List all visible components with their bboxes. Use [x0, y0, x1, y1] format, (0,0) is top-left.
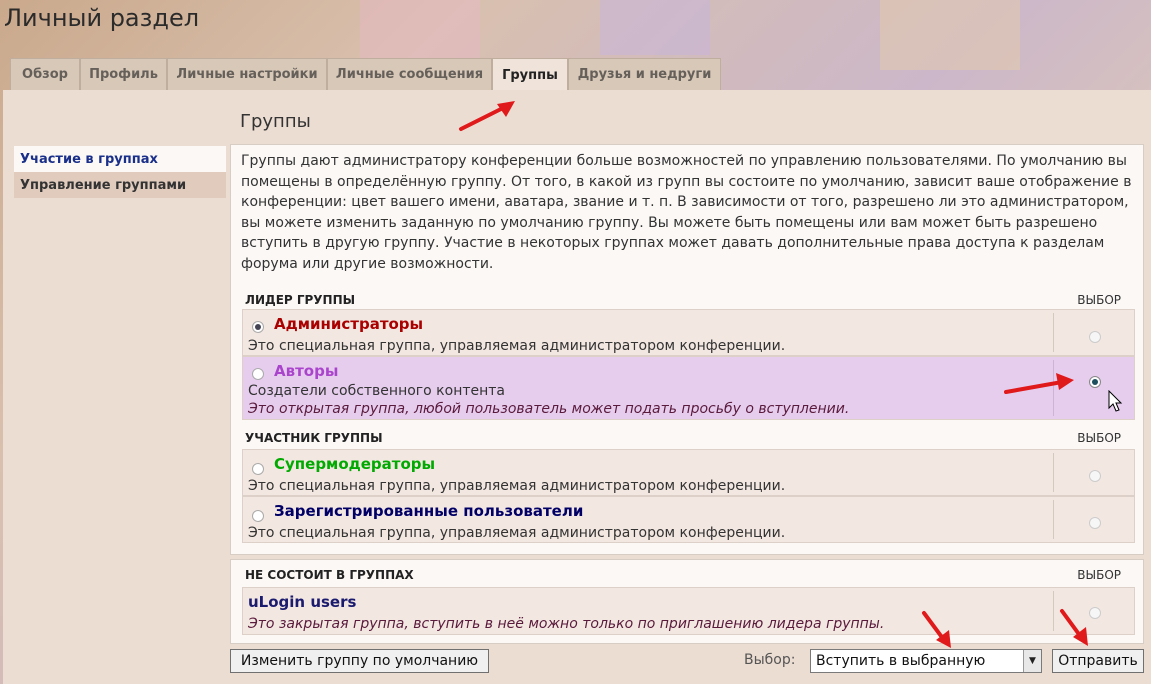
- section-header-label: УЧАСТНИК ГРУППЫ: [245, 431, 383, 445]
- choice-radio[interactable]: [1089, 517, 1101, 529]
- group-name-link[interactable]: Авторы: [274, 362, 338, 380]
- background-decoration: [880, 0, 1020, 70]
- intro-text: Группы дают администратору конференции б…: [241, 153, 1132, 272]
- groups-box: Группы дают администратору конференции б…: [230, 144, 1144, 555]
- choice-radio[interactable]: [1089, 376, 1101, 388]
- tab-groups[interactable]: Группы: [492, 58, 568, 92]
- default-group-radio[interactable]: [252, 321, 264, 333]
- choice-column-label: ВЫБОР: [1077, 568, 1121, 582]
- group-name-link[interactable]: Администраторы: [274, 315, 423, 333]
- group-description: Это специальная группа, управляемая адми…: [248, 338, 786, 354]
- page-title: Личный раздел: [4, 4, 200, 32]
- choice-select[interactable]: Вступить в выбранную ▼: [810, 649, 1042, 673]
- submit-button[interactable]: Отправить: [1052, 649, 1144, 673]
- choice-select-value: Вступить в выбранную: [816, 653, 986, 669]
- group-row-administrators: Администраторы Это специальная группа, у…: [242, 309, 1135, 356]
- member-section-header: УЧАСТНИК ГРУППЫ ВЫБОР: [245, 431, 1133, 447]
- group-note: Это закрытая группа, вступить в неё можн…: [248, 616, 885, 632]
- column-divider: [1053, 500, 1054, 539]
- choice-column-label: ВЫБОР: [1077, 293, 1121, 307]
- group-description: Создатели собственного контента: [248, 383, 505, 399]
- choice-radio[interactable]: [1089, 331, 1101, 343]
- choice-column-label: ВЫБОР: [1077, 431, 1121, 445]
- nonmember-box: НЕ СОСТОИТ В ГРУППАХ ВЫБОР uLogin users …: [230, 559, 1144, 644]
- group-note: Это открытая группа, любой пользователь …: [248, 401, 850, 417]
- tab-profile[interactable]: Профиль: [80, 58, 167, 90]
- default-group-radio[interactable]: [252, 463, 264, 475]
- leader-section-header: ЛИДЕР ГРУППЫ ВЫБОР: [245, 293, 1133, 309]
- group-name-link[interactable]: uLogin users: [248, 593, 356, 611]
- group-row-ulogin-users: uLogin users Это закрытая группа, вступи…: [242, 587, 1135, 635]
- change-default-group-button[interactable]: Изменить группу по умолчанию: [230, 649, 489, 673]
- group-row-authors: Авторы Создатели собственного контента Э…: [242, 356, 1135, 420]
- choice-select-label: Выбор:: [744, 652, 796, 668]
- sidebar: Участие в группах Управление группами: [14, 146, 226, 198]
- group-description: Это специальная группа, управляемая адми…: [248, 478, 786, 494]
- group-name-link[interactable]: Зарегистрированные пользователи: [274, 502, 583, 520]
- group-row-registered-users: Зарегистрированные пользователи Это спец…: [242, 496, 1135, 543]
- group-description: Это специальная группа, управляемая адми…: [248, 525, 786, 541]
- group-row-supermoderators: Супермодераторы Это специальная группа, …: [242, 449, 1135, 496]
- background-decoration: [360, 0, 480, 60]
- tab-friends-foes[interactable]: Друзья и недруги: [568, 58, 721, 90]
- chevron-down-icon[interactable]: ▼: [1023, 650, 1041, 672]
- nonmember-section-header: НЕ СОСТОИТ В ГРУППАХ ВЫБОР: [245, 568, 1133, 584]
- column-divider: [1053, 591, 1054, 631]
- section-header-label: ЛИДЕР ГРУППЫ: [245, 293, 356, 307]
- tab-personal-settings[interactable]: Личные настройки: [167, 58, 327, 90]
- default-group-radio[interactable]: [252, 510, 264, 522]
- choice-radio[interactable]: [1089, 607, 1101, 619]
- sidebar-item-manage-groups[interactable]: Управление группами: [14, 172, 226, 198]
- group-name-link[interactable]: Супермодераторы: [274, 455, 435, 473]
- choice-radio[interactable]: [1089, 470, 1101, 482]
- section-header-label: НЕ СОСТОИТ В ГРУППАХ: [245, 568, 414, 582]
- column-divider: [1053, 453, 1054, 492]
- tab-private-messages[interactable]: Личные сообщения: [327, 58, 492, 90]
- sidebar-item-membership[interactable]: Участие в группах: [14, 146, 226, 172]
- default-group-radio[interactable]: [252, 368, 264, 380]
- tab-overview[interactable]: Обзор: [10, 58, 80, 90]
- column-divider: [1053, 313, 1054, 352]
- section-heading: Группы: [240, 111, 311, 132]
- column-divider: [1053, 360, 1054, 416]
- background-decoration: [600, 0, 710, 55]
